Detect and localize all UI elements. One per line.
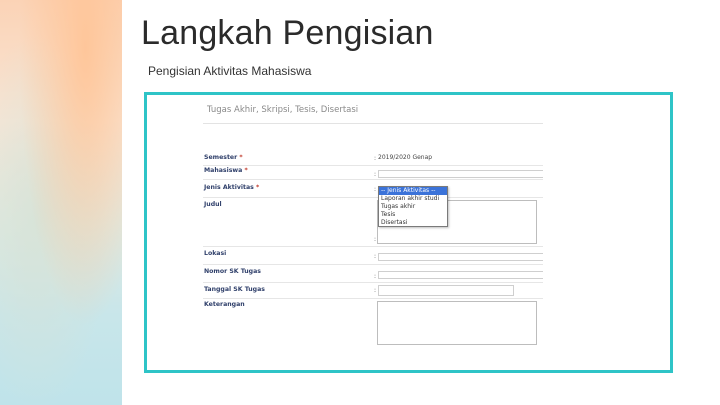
screenshot-frame: Tugas Akhir, Skripsi, Tesis, Disertasi S… xyxy=(144,92,673,373)
mahasiswa-input[interactable] xyxy=(378,170,543,178)
semester-value[interactable]: 2019/2020 Genap xyxy=(378,154,432,161)
form-row-judul: Judul : xyxy=(203,198,543,247)
lokasi-label: Lokasi xyxy=(204,250,227,257)
activity-form-screenshot: Tugas Akhir, Skripsi, Tesis, Disertasi S… xyxy=(203,101,543,348)
form-row-keterangan: Keterangan xyxy=(203,299,543,347)
slide-subtitle: Pengisian Aktivitas Mahasiswa xyxy=(148,64,312,78)
keterangan-label: Keterangan xyxy=(204,301,245,308)
tanggal-sk-label: Tanggal SK Tugas xyxy=(204,286,265,293)
judul-label: Judul xyxy=(204,201,222,208)
colon: : xyxy=(374,253,377,260)
nomor-sk-input[interactable] xyxy=(378,271,543,279)
colon: : xyxy=(374,236,377,243)
colon: : xyxy=(374,186,377,193)
semester-label: Semester * xyxy=(204,154,243,161)
decorative-side-gradient xyxy=(0,0,122,405)
mahasiswa-label: Mahasiswa * xyxy=(204,167,248,174)
slide-title: Langkah Pengisian xyxy=(141,14,434,52)
dropdown-option[interactable]: Disertasi xyxy=(379,219,447,227)
form-row-lokasi: Lokasi : xyxy=(203,247,543,265)
divider xyxy=(203,123,543,124)
lokasi-input[interactable] xyxy=(378,253,543,261)
dropdown-option[interactable]: Tugas akhir xyxy=(379,203,447,211)
dropdown-option[interactable]: Laporan akhir studi xyxy=(379,195,447,203)
form-row-nomor-sk: Nomor SK Tugas : xyxy=(203,265,543,283)
dropdown-option[interactable]: Tesis xyxy=(379,211,447,219)
keterangan-textarea[interactable] xyxy=(377,301,537,345)
dropdown-option[interactable]: -- Jenis Aktivitas -- xyxy=(379,187,447,195)
jenis-aktivitas-label: Jenis Aktivitas * xyxy=(204,184,260,191)
colon: : xyxy=(374,155,377,162)
form-panel-title: Tugas Akhir, Skripsi, Tesis, Disertasi xyxy=(207,105,359,115)
form-row-tanggal-sk: Tanggal SK Tugas : xyxy=(203,283,543,299)
nomor-sk-label: Nomor SK Tugas xyxy=(204,268,261,275)
colon: : xyxy=(374,287,377,294)
tanggal-sk-input[interactable] xyxy=(378,285,514,296)
colon: : xyxy=(374,171,377,178)
form-row-jenis-aktivitas: Jenis Aktivitas * : xyxy=(203,180,543,198)
form-row-semester: Semester * : 2019/2020 Genap xyxy=(203,153,543,166)
form-row-mahasiswa: Mahasiswa * : xyxy=(203,166,543,180)
jenis-aktivitas-dropdown[interactable]: -- Jenis Aktivitas -- Laporan akhir stud… xyxy=(378,186,448,227)
colon: : xyxy=(374,273,377,280)
